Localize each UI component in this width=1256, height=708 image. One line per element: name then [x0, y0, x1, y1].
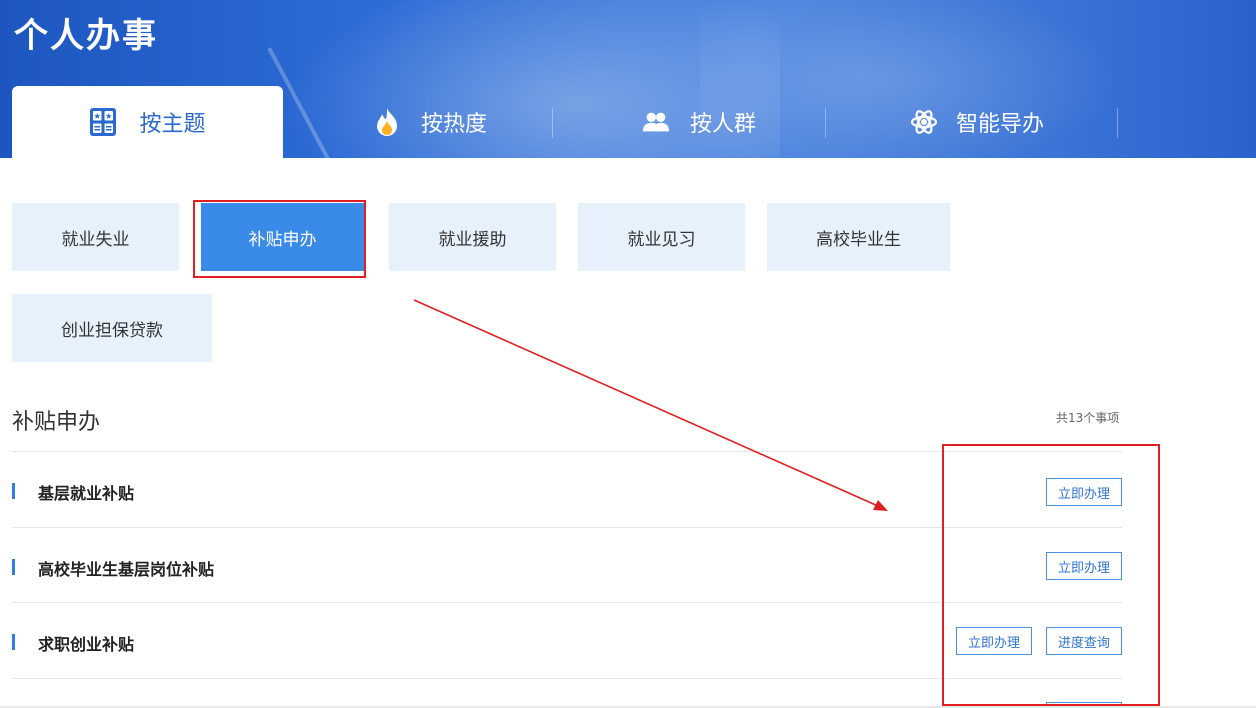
- annotation-arrow: [413, 299, 888, 511]
